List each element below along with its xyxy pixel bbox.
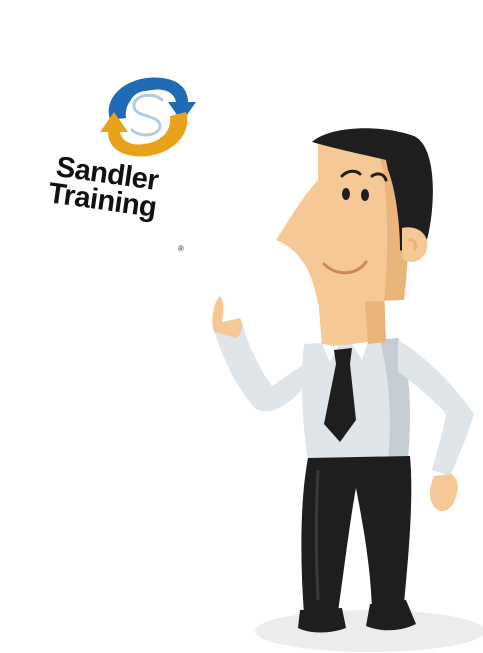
nose xyxy=(276,180,322,242)
left-eye xyxy=(342,188,350,200)
right-eye xyxy=(361,189,369,201)
businessman-illustration xyxy=(212,128,483,652)
raised-hand xyxy=(212,296,243,338)
right-hand xyxy=(429,474,459,512)
pants-highlight xyxy=(315,469,320,601)
left-shoe xyxy=(298,608,346,633)
right-shoe xyxy=(366,600,416,631)
